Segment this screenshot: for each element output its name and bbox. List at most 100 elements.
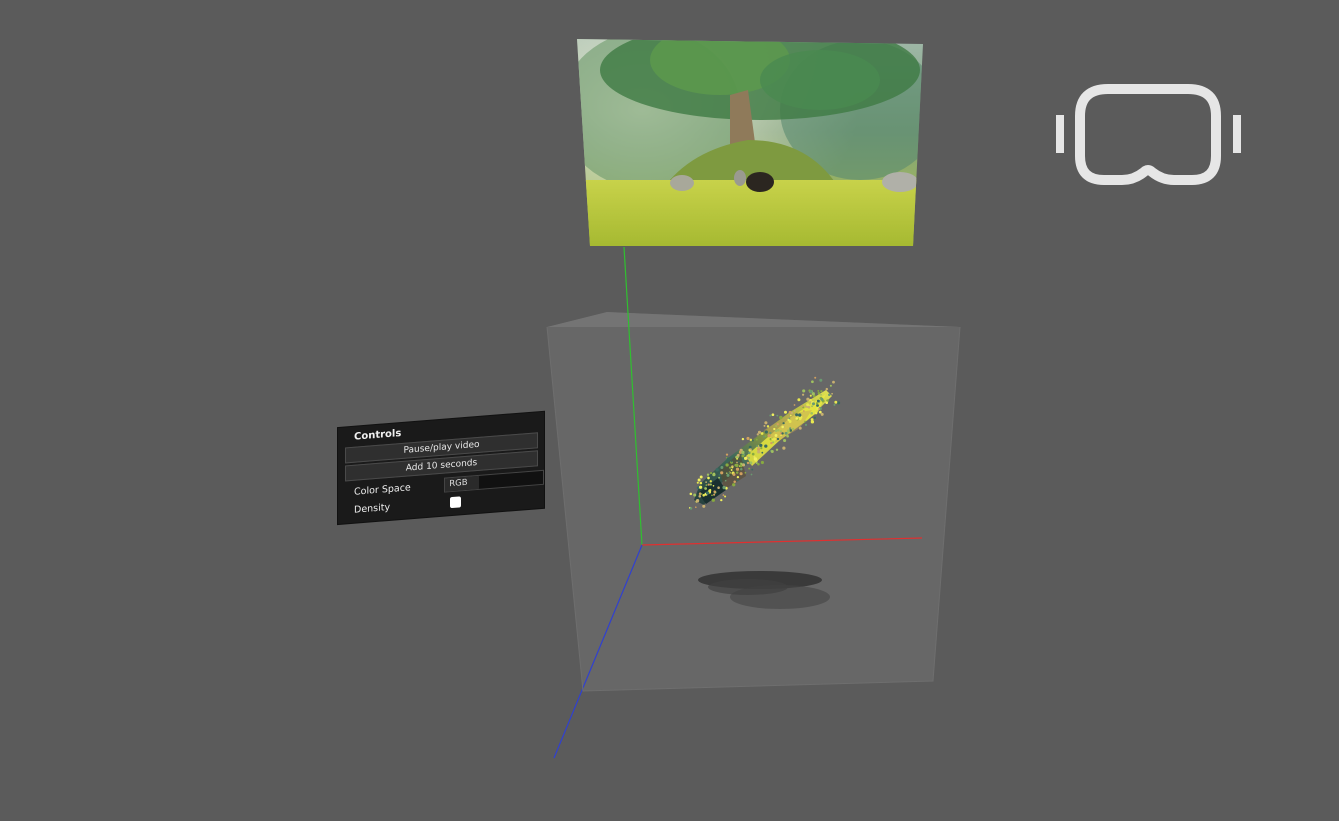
point-cloud-dot xyxy=(743,456,748,461)
point-cloud-dot xyxy=(760,460,764,465)
point-cloud-dot xyxy=(766,425,770,428)
point-cloud-dot xyxy=(740,462,743,466)
point-cloud-dot xyxy=(709,488,712,491)
enter-vr-button[interactable] xyxy=(1052,84,1246,188)
point-cloud-dot xyxy=(798,426,802,430)
point-cloud-dot xyxy=(689,492,693,496)
point-cloud-dot xyxy=(795,413,799,417)
point-cloud-dot xyxy=(746,436,750,440)
point-cloud-dot xyxy=(748,451,751,455)
point-cloud-dot xyxy=(713,490,716,493)
point-cloud-dot xyxy=(756,433,759,436)
point-cloud-dot xyxy=(784,431,788,435)
point-cloud-dot xyxy=(711,498,715,502)
point-cloud-dot xyxy=(707,483,710,486)
point-cloud-dot xyxy=(797,398,801,402)
point-cloud-dot xyxy=(832,380,835,384)
point-cloud-dot xyxy=(749,448,752,451)
point-cloud-dot xyxy=(705,484,708,486)
point-cloud-dot xyxy=(725,472,728,475)
point-cloud-dot xyxy=(713,493,716,496)
point-cloud-dot xyxy=(722,485,726,490)
point-cloud-dot xyxy=(693,493,697,497)
point-cloud-dot xyxy=(695,506,697,509)
point-cloud-dot xyxy=(697,478,701,482)
point-cloud-dot xyxy=(818,407,821,411)
point-cloud-dot xyxy=(751,439,754,442)
point-cloud-dot xyxy=(705,481,707,483)
point-cloud-dot xyxy=(755,438,758,441)
point-cloud-dot xyxy=(757,463,760,466)
point-cloud-dot xyxy=(730,469,733,471)
point-cloud-dot xyxy=(699,475,703,479)
point-cloud-dot xyxy=(718,476,721,479)
point-cloud-dot xyxy=(717,486,720,489)
point-cloud-dot xyxy=(782,422,785,425)
point-cloud-dot xyxy=(718,473,721,476)
point-cloud-dot xyxy=(724,495,727,498)
video-panel xyxy=(577,39,923,246)
point-cloud-dot xyxy=(770,450,774,453)
point-cloud-dot xyxy=(751,468,754,471)
point-cloud-dot xyxy=(801,393,805,396)
point-cloud-dot xyxy=(781,425,784,429)
point-cloud-dot xyxy=(820,393,822,396)
point-cloud-dot xyxy=(802,410,805,412)
point-cloud-dot xyxy=(712,472,716,477)
point-cloud-dot xyxy=(751,452,755,456)
point-cloud-dot xyxy=(776,423,779,426)
point-cloud-dot xyxy=(804,420,806,423)
point-cloud-dot xyxy=(710,472,713,475)
point-cloud-dot xyxy=(767,434,771,438)
point-cloud-dot xyxy=(750,473,753,476)
point-cloud-dot xyxy=(707,476,710,480)
point-cloud-dot xyxy=(760,446,763,450)
point-cloud-dot xyxy=(810,420,815,424)
point-cloud-dot xyxy=(737,453,740,456)
point-cloud-dot xyxy=(809,394,812,397)
point-cloud-dot xyxy=(820,390,823,393)
point-cloud-dot xyxy=(789,427,792,430)
point-cloud-dot xyxy=(810,411,814,415)
point-cloud-dot xyxy=(711,494,713,497)
point-cloud-dot xyxy=(814,376,817,379)
point-cloud-dot xyxy=(820,412,824,416)
point-cloud-dot xyxy=(712,484,715,487)
point-cloud-dot xyxy=(764,430,768,434)
point-cloud-dot xyxy=(736,475,740,479)
point-cloud-dot xyxy=(695,499,700,503)
point-cloud-dot xyxy=(828,393,831,397)
point-cloud-dot xyxy=(725,463,729,467)
point-cloud-dot xyxy=(773,427,776,431)
point-cloud-dot xyxy=(802,389,806,393)
point-cloud-dot xyxy=(740,468,743,471)
point-cloud-dot xyxy=(779,415,783,420)
point-cloud-dot xyxy=(817,389,820,392)
point-cloud-dot xyxy=(783,438,787,443)
point-cloud-dot xyxy=(818,410,822,414)
point-cloud-dot xyxy=(816,399,820,403)
point-cloud-dot xyxy=(747,456,751,460)
point-cloud-dot xyxy=(748,445,752,449)
point-cloud-dot xyxy=(732,473,736,476)
point-cloud-dot xyxy=(774,434,778,437)
point-cloud-dot xyxy=(722,494,725,496)
point-cloud-dot xyxy=(705,491,710,495)
cube-top-face xyxy=(547,312,960,327)
point-cloud-dot xyxy=(726,457,729,460)
point-cloud-dot xyxy=(729,466,732,469)
point-cloud-dot xyxy=(724,479,727,482)
point-cloud-dot xyxy=(795,417,799,420)
point-cloud-dot xyxy=(781,436,784,438)
point-cloud-dot xyxy=(737,460,740,463)
point-cloud-dot xyxy=(700,493,703,495)
point-cloud-dot xyxy=(715,468,719,472)
point-cloud-dot xyxy=(741,450,745,455)
point-cloud-dot xyxy=(811,405,814,408)
point-cloud-dot xyxy=(809,401,812,403)
point-cloud-dot xyxy=(762,435,765,438)
density-checkbox[interactable] xyxy=(450,495,461,508)
point-cloud-dot xyxy=(744,471,747,474)
point-cloud-dot xyxy=(757,450,761,454)
point-cloud-dot xyxy=(790,411,794,414)
